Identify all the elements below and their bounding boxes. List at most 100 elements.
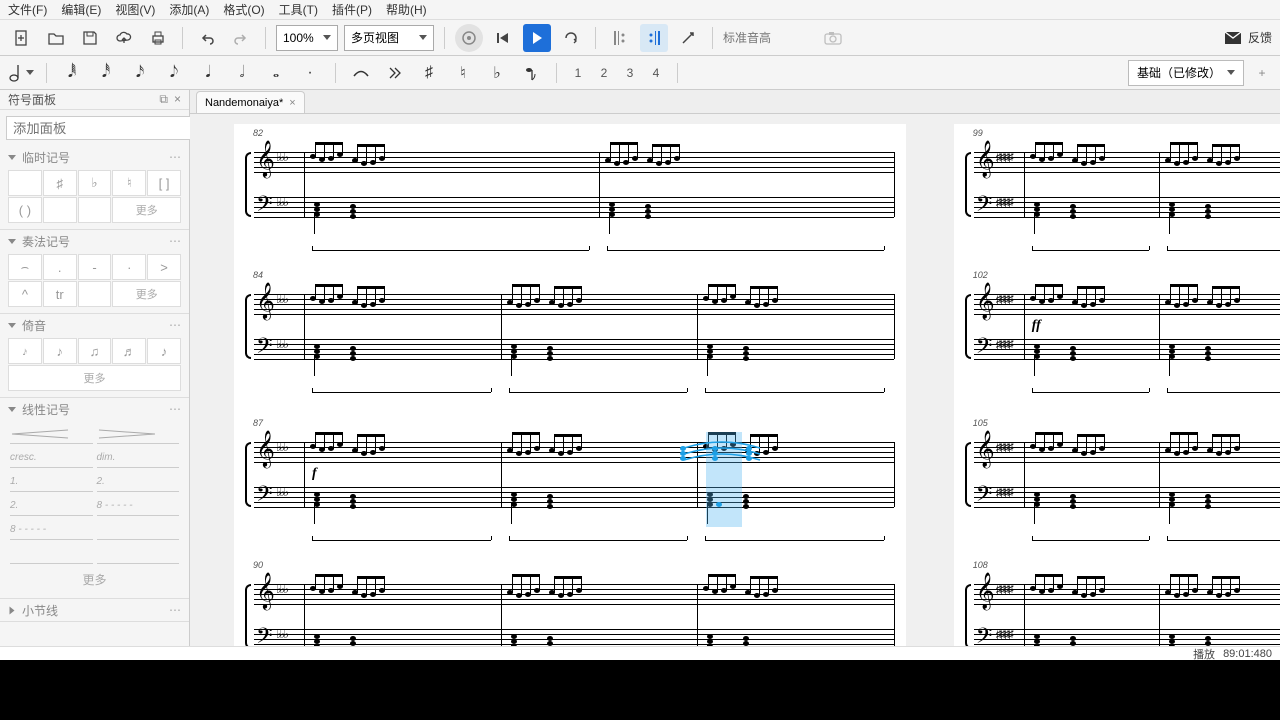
line-cell[interactable]: [97, 520, 180, 540]
accidental-paren-cell[interactable]: ( ): [8, 197, 42, 223]
grace-cell[interactable]: 𝆔: [8, 338, 42, 364]
score-tab[interactable]: Nandemonaiya* ×: [196, 91, 305, 113]
accidental-cell[interactable]: [78, 197, 112, 223]
redo-button[interactable]: [227, 24, 255, 52]
close-icon[interactable]: ×: [174, 92, 181, 107]
view-mode-select[interactable]: 多页视图: [344, 25, 434, 51]
workspace-select[interactable]: 基础（已修改）: [1128, 60, 1244, 86]
articulation-cell[interactable]: -: [78, 254, 112, 280]
grace-cell[interactable]: ♫: [78, 338, 112, 364]
accidental-cell[interactable]: [8, 170, 42, 196]
articulation-cell[interactable]: tr: [43, 281, 77, 307]
accidental-cell[interactable]: [43, 197, 77, 223]
articulations-more[interactable]: 更多: [112, 281, 181, 307]
rewind-button[interactable]: [489, 24, 517, 52]
metronome-button[interactable]: [455, 24, 483, 52]
lines-more[interactable]: 更多: [10, 568, 179, 590]
menu-view[interactable]: 视图(V): [115, 1, 155, 18]
menu-edit[interactable]: 编辑(E): [61, 1, 101, 18]
note-input-mode-button[interactable]: [8, 60, 34, 86]
articulation-cell[interactable]: [78, 281, 112, 307]
accidentals-more[interactable]: 更多: [112, 197, 181, 223]
sharp-button[interactable]: ♯: [416, 60, 442, 86]
pitch-input[interactable]: [723, 26, 813, 50]
menu-help[interactable]: 帮助(H): [386, 1, 427, 18]
line-cell[interactable]: 2.: [10, 496, 93, 516]
repeat-end-button[interactable]: [640, 24, 668, 52]
line-cell[interactable]: dim.: [97, 448, 180, 468]
zoom-select[interactable]: 100%: [276, 25, 338, 51]
section-grace-header[interactable]: 倚音⋯: [0, 314, 189, 336]
print-button[interactable]: [144, 24, 172, 52]
natural-button[interactable]: ♮: [450, 60, 476, 86]
articulation-cell[interactable]: ^: [8, 281, 42, 307]
snapshot-button[interactable]: [819, 24, 847, 52]
chevron-down-icon: [419, 35, 427, 40]
accidental-cell[interactable]: ♯: [43, 170, 77, 196]
section-lines-header[interactable]: 线性记号⋯: [0, 398, 189, 420]
close-icon[interactable]: ×: [289, 97, 295, 109]
voice-2[interactable]: 2: [595, 66, 613, 80]
duration-16th[interactable]: 𝅘𝅥𝅯: [127, 60, 153, 86]
menu-format[interactable]: 格式(O): [223, 1, 264, 18]
articulation-cell[interactable]: ·: [112, 254, 146, 280]
line-cell[interactable]: 1.: [10, 472, 93, 492]
open-file-button[interactable]: [42, 24, 70, 52]
add-workspace-button[interactable]: +: [1252, 63, 1272, 83]
section-barlines-header[interactable]: 小节线⋯: [0, 599, 189, 621]
line-cell[interactable]: [97, 424, 180, 444]
section-articulations-header[interactable]: 奏法记号⋯: [0, 230, 189, 252]
line-cell[interactable]: 8 - - - - -: [10, 520, 93, 540]
repeat-start-button[interactable]: [606, 24, 634, 52]
score-canvas[interactable]: 82𝄞𝄢♭♭♭♭♭♭84𝄞𝄢♭♭♭♭♭♭87𝄞𝄢♭♭♭♭♭♭f90𝄞𝄢♭♭♭♭♭…: [190, 114, 1280, 646]
tie-button[interactable]: [348, 60, 374, 86]
line-cell[interactable]: cresc.: [10, 448, 93, 468]
accidental-cell[interactable]: ♮: [112, 170, 146, 196]
loop-button[interactable]: [557, 24, 585, 52]
accidental-cell[interactable]: [ ]: [147, 170, 181, 196]
duration-dot[interactable]: ·: [297, 60, 323, 86]
articulation-cell[interactable]: .: [43, 254, 77, 280]
duration-whole[interactable]: 𝅝: [263, 60, 289, 86]
duration-quarter[interactable]: 𝅘𝅥: [195, 60, 221, 86]
duration-32nd[interactable]: 𝅘𝅥𝅰: [93, 60, 119, 86]
menu-add[interactable]: 添加(A): [169, 1, 209, 18]
flat-button[interactable]: ♭: [484, 60, 510, 86]
grace-more[interactable]: 更多: [8, 365, 181, 391]
undock-icon[interactable]: ⧉: [159, 92, 168, 107]
undo-button[interactable]: [193, 24, 221, 52]
feedback-button[interactable]: 反馈: [1224, 29, 1272, 46]
menu-file[interactable]: 文件(F): [8, 1, 47, 18]
menu-tools[interactable]: 工具(T): [279, 1, 318, 18]
articulation-cell[interactable]: ⌢: [8, 254, 42, 280]
grace-cell[interactable]: ♪: [43, 338, 77, 364]
duration-half[interactable]: 𝅗𝅥: [229, 60, 255, 86]
duration-8th[interactable]: 𝅘𝅥𝅮: [161, 60, 187, 86]
grace-cell[interactable]: ♬: [112, 338, 146, 364]
articulation-cell[interactable]: >: [147, 254, 181, 280]
duration-64th[interactable]: 𝅘𝅥𝅱: [59, 60, 85, 86]
save-button[interactable]: [76, 24, 104, 52]
line-cell[interactable]: 2.: [97, 472, 180, 492]
voice-4[interactable]: 4: [647, 66, 665, 80]
new-file-button[interactable]: [8, 24, 36, 52]
mail-icon: [1224, 31, 1242, 45]
line-cell[interactable]: [10, 544, 93, 564]
grace-cell[interactable]: ♪: [147, 338, 181, 364]
section-accidentals-header[interactable]: 临时记号⋯: [0, 146, 189, 168]
accidental-cell[interactable]: ♭: [78, 170, 112, 196]
palette-title-bar: 符号面板 ⧉×: [0, 90, 189, 110]
line-cell[interactable]: [97, 544, 180, 564]
palette-search-input[interactable]: [6, 116, 197, 140]
play-button[interactable]: [523, 24, 551, 52]
line-cell[interactable]: 8 - - - - -: [97, 496, 180, 516]
menu-plugins[interactable]: 插件(P): [332, 1, 372, 18]
voice-1[interactable]: 1: [569, 66, 587, 80]
slur-button[interactable]: [382, 60, 408, 86]
voice-3[interactable]: 3: [621, 66, 639, 80]
line-cell[interactable]: [10, 424, 93, 444]
status-label: 播放: [1193, 646, 1215, 662]
flip-button[interactable]: [518, 60, 544, 86]
cloud-save-button[interactable]: [110, 24, 138, 52]
pan-score-button[interactable]: [674, 24, 702, 52]
